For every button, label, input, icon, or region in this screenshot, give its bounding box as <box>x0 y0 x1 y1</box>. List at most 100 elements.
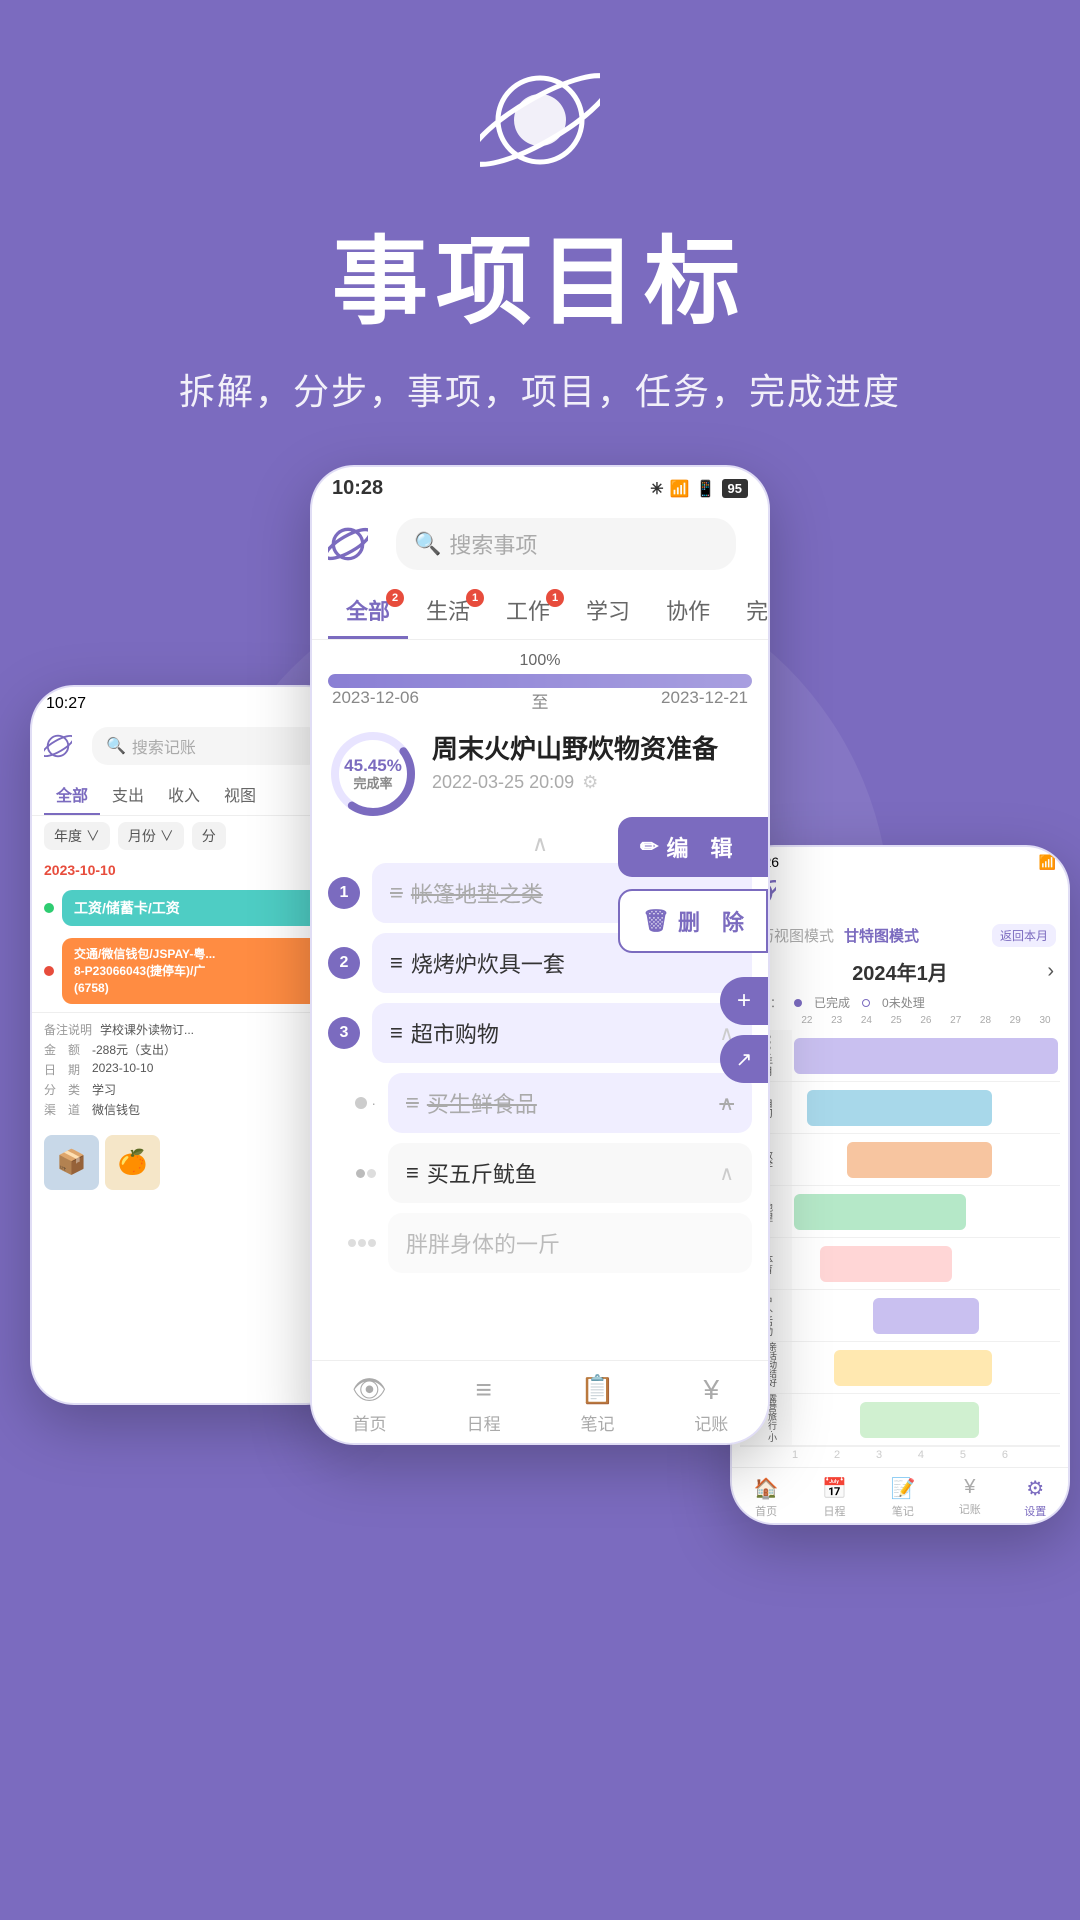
gantt-view-btn[interactable]: 甘特图模式 <box>844 925 919 946</box>
tab-expense[interactable]: 支出 <box>100 775 156 815</box>
subtask-dots-3-1-1-1 <box>328 1239 376 1247</box>
phones-section: 10:27 📶 🔍 搜索记账 全部 支出 收入 视图 年度 ∨ <box>0 465 1080 1815</box>
subtask-3-1[interactable]: · ≡ 买生鲜食品 ∧ <box>328 1073 752 1133</box>
r-nav-home-label: 首页 <box>755 1503 777 1519</box>
schedule-icon: ≡ <box>475 1374 491 1406</box>
year-filter[interactable]: 年度 ∨ <box>44 822 110 850</box>
date-range: 2023-12-06 至 2023-12-21 <box>328 688 752 713</box>
detail-note-row: 备注说明 学校课外读物订... <box>44 1021 336 1038</box>
edit-button[interactable]: ✏ 编 辑 <box>618 817 768 877</box>
gantt-date-header: 222324252627282930 <box>740 1015 1060 1030</box>
left-time: 10:27 <box>46 695 86 715</box>
next-month-btn[interactable]: › <box>1047 960 1054 983</box>
gantt-row-study: 自习 <box>740 1082 1060 1134</box>
unprocessed-label: 0未处理 <box>882 994 925 1011</box>
subtask-icon-3: ≡ <box>390 1020 403 1046</box>
gantt-bar-pe <box>820 1246 952 1282</box>
subtask-dot-c <box>348 1239 356 1247</box>
completed-label: 已完成 <box>814 994 850 1011</box>
task-hero-card: 45.45% 完成率 周末火炉山野炊物资准备 2022-03-25 20:09 … <box>328 729 752 819</box>
progress-area: 100% 2023-12-06 至 2023-12-21 <box>312 640 768 717</box>
subtask-arrow-3-1-1: ∧ <box>719 1161 734 1186</box>
subtask-num-3: 3 <box>328 1017 360 1049</box>
tab-view[interactable]: 视图 <box>212 775 268 815</box>
tab-all-badge: 2 <box>386 589 404 607</box>
thumbnail-row: 📦 🍊 <box>32 1129 348 1196</box>
nav-notes[interactable]: 📋 笔记 <box>580 1373 615 1435</box>
add-button[interactable]: + <box>720 977 768 1025</box>
main-search-bar[interactable]: 🔍 搜索事项 <box>396 518 736 570</box>
subtask-card-3-1-1-1: 胖胖身体的一斤 <box>388 1213 752 1273</box>
r-nav-settings[interactable]: ⚙ 设置 <box>1024 1476 1046 1519</box>
hero-section: 事项目标 拆解，分步，事项，项目，任务，完成进度 <box>0 0 1080 465</box>
subtask-icon-3-1-1: ≡ <box>406 1160 419 1186</box>
subtask-icon-2: ≡ <box>390 950 403 976</box>
search-icon: 🔍 <box>106 736 126 756</box>
left-phone: 10:27 📶 🔍 搜索记账 全部 支出 收入 视图 年度 ∨ <box>30 685 350 1405</box>
subtask-3-1-1-1[interactable]: 胖胖身体的一斤 <box>328 1213 752 1273</box>
delete-button[interactable]: 🗑 删 除 <box>618 889 768 953</box>
left-search-bar[interactable]: 🔍 搜索记账 <box>92 727 324 765</box>
tab-study[interactable]: 学习 <box>568 584 648 639</box>
gantt-bars-math <box>792 1134 1060 1185</box>
nav-home[interactable]: 👁 首页 <box>352 1373 388 1435</box>
task-title: 周末火炉山野炊物资准备 <box>432 729 752 766</box>
gantt-bar-year <box>794 1038 1058 1074</box>
delete-icon: 🗑 <box>642 908 670 934</box>
tab-work[interactable]: 工作 1 <box>488 584 568 639</box>
view-toggle: 月历视图模式 甘特图模式 返回本月 <box>732 918 1068 953</box>
main-time: 10:28 <box>332 477 383 500</box>
bottom-area <box>0 1815 1080 1895</box>
nav-account[interactable]: ¥ 记账 <box>694 1374 728 1435</box>
tab-done[interactable]: 完成 <box>728 584 770 639</box>
tab-income[interactable]: 收入 <box>156 775 212 815</box>
r-nav-schedule[interactable]: 📅 日程 <box>822 1476 847 1519</box>
r-account-icon: ¥ <box>964 1476 975 1499</box>
subtask-3-1-1[interactable]: ≡ 买五斤鱿鱼 ∧ <box>328 1143 752 1203</box>
r-nav-notes[interactable]: 📝 笔记 <box>890 1476 915 1519</box>
month-nav: ‹ 2024年1月 › <box>732 953 1068 990</box>
gantt-row-math: 数学 <box>740 1134 1060 1186</box>
gantt-bars-study <box>792 1082 1060 1133</box>
r-nav-home[interactable]: 🏠 首页 <box>754 1476 779 1519</box>
share-button[interactable]: ↗ <box>720 1035 768 1083</box>
r-nav-account[interactable]: ¥ 记账 <box>959 1476 981 1519</box>
r-settings-icon: ⚙ <box>1026 1476 1044 1501</box>
r-notes-icon: 📝 <box>890 1476 915 1501</box>
detail-date-row: 日 期 2023-10-10 <box>44 1061 336 1078</box>
detail-channel-row: 渠 道 微信钱包 <box>44 1101 336 1118</box>
subtask-num-1: 1 <box>328 877 360 909</box>
expense-card: 交通/微信钱包/JSPAY-粤...8-P23066043(捷停车)/广(675… <box>62 938 336 1004</box>
transaction-expense[interactable]: 交通/微信钱包/JSPAY-粤...8-P23066043(捷停车)/广(675… <box>32 932 348 1010</box>
tab-all[interactable]: 全部 <box>44 775 100 815</box>
progress-bar <box>328 674 752 688</box>
gantt-bar-geo <box>794 1194 966 1230</box>
detail-section: 备注说明 学校课外读物订... 金 额 -288元（支出） 日 期 2023-1… <box>32 1012 348 1129</box>
nav-schedule-label: 日程 <box>467 1410 501 1435</box>
nav-schedule[interactable]: ≡ 日程 <box>467 1374 501 1435</box>
settings-icon[interactable]: ⚙ <box>582 772 598 793</box>
main-app-logo <box>328 524 368 564</box>
gantt-bars-outdoor <box>792 1290 1060 1341</box>
tab-life[interactable]: 生活 1 <box>408 584 488 639</box>
tab-collab[interactable]: 协作 <box>648 584 728 639</box>
right-signal: 📶 <box>1039 854 1056 871</box>
subtask-3[interactable]: 3 ≡ 超市购物 ∧ <box>328 1003 752 1063</box>
subtask-card-3-1-1: ≡ 买五斤鱿鱼 ∧ <box>388 1143 752 1203</box>
gantt-bars-year <box>792 1030 1060 1081</box>
right-bottom-nav: 🏠 首页 📅 日程 📝 笔记 ¥ 记账 ⚙ 设置 <box>732 1467 1068 1523</box>
app-logo-icon <box>480 60 600 180</box>
month-filter[interactable]: 月份 ∨ <box>118 822 184 850</box>
subtask-icon-3-1: ≡ <box>406 1090 419 1116</box>
gantt-row-pe: 体育 <box>740 1238 1060 1290</box>
r-schedule-icon: 📅 <box>822 1476 847 1501</box>
r-home-icon: 🏠 <box>754 1476 779 1501</box>
nav-account-label: 记账 <box>694 1410 728 1435</box>
sub-filter[interactable]: 分 <box>192 822 226 850</box>
unprocessed-dot <box>862 999 870 1007</box>
subtask-dot-b <box>367 1169 376 1178</box>
tab-all[interactable]: 全部 2 <box>328 584 408 639</box>
tab-life-badge: 1 <box>466 589 484 607</box>
transaction-income[interactable]: 工资/储蓄卡/工资 <box>32 884 348 932</box>
back-month-btn[interactable]: 返回本月 <box>992 924 1056 947</box>
